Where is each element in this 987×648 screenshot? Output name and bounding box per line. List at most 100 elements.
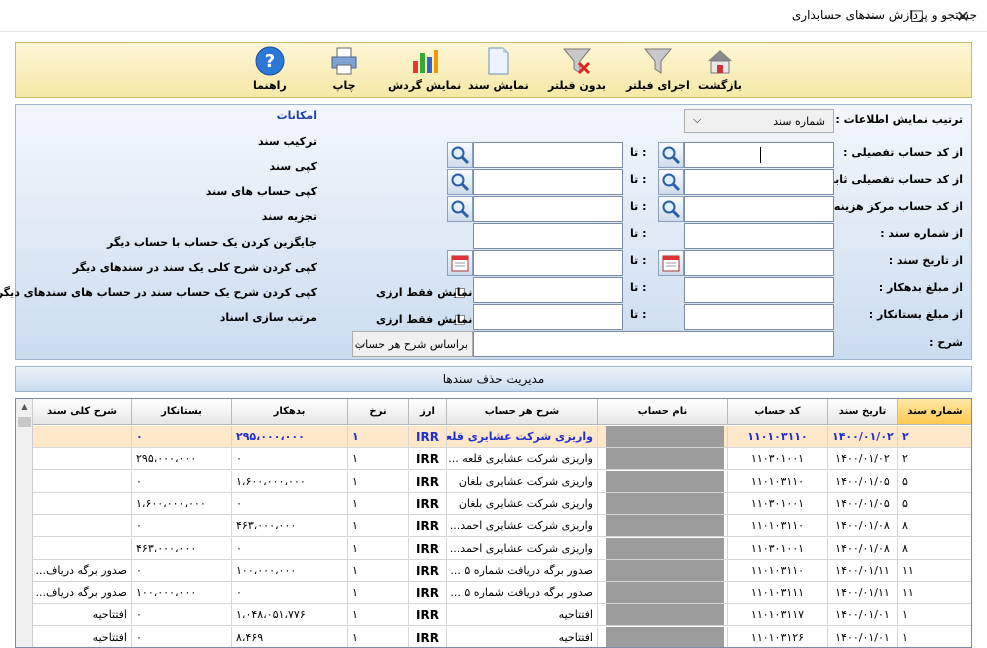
option-copy-voucher[interactable]: کپی سند	[269, 160, 317, 173]
cell-acc-name	[598, 515, 728, 538]
apply-filter-button[interactable]: اجرای فیلتر	[626, 45, 690, 97]
cell-general-desc	[33, 492, 132, 515]
to-label: تا :	[630, 173, 647, 186]
table-row[interactable]: ۰ ۴۶۳،۰۰۰،۰۰۰ ۱ IRR واریزی شرکت عشایری احمد.…	[33, 515, 971, 538]
from-doc-date-input[interactable]	[684, 250, 834, 276]
description-input[interactable]	[473, 331, 834, 357]
from-detail-label: از کد حساب تفصیلی :	[843, 146, 963, 159]
scroll-thumb[interactable]	[18, 417, 31, 427]
print-button[interactable]: چاپ	[328, 45, 360, 97]
table-row[interactable]: افتتاحیه ۰ ۸،۴۶۹ ۱ IRR افتتاحیه ۱۱۰۱۰۳۱۲۶ ۱۴۰۰/…	[33, 626, 971, 647]
table-row[interactable]: افتتاحیه ۰ ۱،۰۴۸،۰۵۱،۷۷۶ ۱ IRR افتتاحیه ۱۱۰۱۰۳…	[33, 604, 971, 627]
option-copy-account-desc[interactable]: کپی کردن شرح یک حساب سند در حساب های سند…	[0, 286, 317, 299]
option-split-voucher[interactable]: تجزیه سند	[262, 210, 317, 223]
table-row[interactable]: ۴۶۳،۰۰۰،۰۰۰ ۰ ۱ IRR واریزی شرکت عشایری احمد.…	[33, 537, 971, 560]
cell-general-desc	[33, 537, 132, 560]
cell-credit: ۱،۶۰۰،۰۰۰،۰۰۰	[132, 492, 232, 515]
from-debit-input[interactable]	[684, 277, 834, 303]
no-filter-button[interactable]: بدون فیلتر	[548, 45, 606, 97]
from-fixed-detail-label: از کد حساب تفصیلی ثابت :	[815, 173, 963, 186]
help-button[interactable]: ? راهنما	[253, 45, 287, 97]
to-label: تا :	[630, 227, 647, 240]
from-cost-center-search-button[interactable]	[658, 196, 684, 222]
option-replace-account[interactable]: جایگزین کردن یک حساب با حساب دیگر	[107, 236, 317, 249]
table-row[interactable]: ۰۲۹۵،۰۰۰،۰۰۰۱IRRواریزی شرکت عشایری قلعه …	[33, 426, 971, 448]
option-copy-voucher-accounts[interactable]: کپی حساب های سند	[206, 185, 317, 198]
search-icon	[662, 146, 681, 165]
table-row[interactable]: ۲۹۵،۰۰۰،۰۰۰ ۰ ۱ IRR واریزی شرکت عشایری قلعه …	[33, 448, 971, 471]
table-row[interactable]: ۱،۶۰۰،۰۰۰،۰۰۰ ۰ ۱ IRR واریزی شرکت عشایری بلغ…	[33, 492, 971, 515]
credit-currency-only-label: نمایش فقط ارزی	[376, 313, 473, 326]
calendar-icon	[662, 255, 680, 272]
cell-credit: ۰	[132, 604, 232, 627]
header-rate[interactable]: نرخ	[348, 399, 409, 425]
show-voucher-button[interactable]: نمایش سند	[468, 45, 529, 97]
from-credit-input[interactable]	[684, 304, 834, 330]
cell-doc-no: ۵	[898, 492, 971, 515]
header-credit[interactable]: بستانکار	[132, 399, 232, 425]
cell-acc-desc: واریزی شرکت عشایری احمد...	[447, 537, 598, 560]
from-cost-center-input[interactable]	[684, 196, 834, 222]
from-doc-no-input[interactable]	[684, 223, 834, 249]
header-acc-desc[interactable]: شرح هر حساب	[447, 399, 598, 425]
cell-currency: IRR	[409, 582, 447, 605]
show-turnover-button[interactable]: نمایش گردش	[388, 45, 461, 97]
to-credit-input[interactable]	[473, 304, 623, 330]
from-fixed-detail-input[interactable]	[684, 169, 834, 195]
header-currency[interactable]: ارز	[409, 399, 447, 425]
from-detail-search-button[interactable]	[658, 142, 684, 168]
calendar-icon	[451, 255, 469, 272]
sort-label: ترتیب نمایش اطلاعات :	[835, 113, 963, 126]
to-debit-input[interactable]	[473, 277, 623, 303]
header-acc-code[interactable]: کد حساب	[728, 399, 828, 425]
cell-acc-name	[598, 426, 728, 448]
search-icon	[451, 173, 470, 192]
cell-acc-code: ۱۱۰۳۰۱۰۰۱	[728, 537, 828, 560]
header-general-desc[interactable]: شرح کلی سند	[33, 399, 132, 425]
chart-icon	[412, 50, 438, 73]
header-doc-no[interactable]: شماره سند	[898, 399, 971, 425]
description-mode-select[interactable]: براساس شرح هر حساب ⌵	[352, 331, 473, 357]
to-detail-search-button[interactable]	[447, 142, 473, 168]
option-combine-voucher[interactable]: ترکیب سند	[258, 135, 317, 148]
cell-debit: ۴۶۳،۰۰۰،۰۰۰	[232, 515, 348, 538]
close-icon[interactable]: ✕	[940, 0, 986, 32]
header-acc-name[interactable]: نام حساب	[598, 399, 728, 425]
to-doc-no-input[interactable]	[473, 223, 623, 249]
to-cost-center-input[interactable]	[473, 196, 623, 222]
cell-doc-date: ۱۴۰۰/۰۱/۰۸	[828, 515, 898, 538]
to-date-picker-button[interactable]	[447, 250, 473, 276]
table-row[interactable]: صدور برگه دریاف... ۱۰۰،۰۰۰،۰۰۰ ۰ ۱ IRR صدور ب…	[33, 582, 971, 605]
cell-acc-name	[598, 559, 728, 582]
vertical-scrollbar[interactable]: ▲	[16, 399, 33, 647]
scroll-up-icon[interactable]: ▲	[16, 399, 33, 415]
cell-general-desc: افتتاحیه	[33, 604, 132, 627]
table-row[interactable]: ۰ ۱،۶۰۰،۰۰۰،۰۰۰ ۱ IRR واریزی شرکت عشایری بلغ…	[33, 470, 971, 493]
table-row[interactable]: صدور برگه دریاف... ۰ ۱۰۰،۰۰۰،۰۰۰ ۱ IRR صدور ب…	[33, 559, 971, 582]
from-fixed-detail-search-button[interactable]	[658, 169, 684, 195]
to-doc-date-input[interactable]	[473, 250, 623, 276]
redacted-block	[606, 426, 724, 447]
option-copy-general-desc[interactable]: کپی کردن شرح کلی یک سند در سندهای دیگر	[73, 261, 317, 274]
cell-acc-code: ۱۱۰۳۰۱۰۰۱	[728, 492, 828, 515]
to-fixed-detail-search-button[interactable]	[447, 169, 473, 195]
from-detail-input[interactable]	[684, 142, 834, 168]
from-date-picker-button[interactable]	[658, 250, 684, 276]
to-cost-center-search-button[interactable]	[447, 196, 473, 222]
to-detail-input[interactable]	[473, 142, 623, 168]
to-label: تا :	[630, 146, 647, 159]
manage-deletion-button[interactable]: مدیریت حذف سندها	[15, 366, 972, 392]
cell-acc-code: ۱۱۰۱۰۳۱۱۰	[728, 426, 828, 448]
maximize-icon[interactable]: ☐	[894, 0, 940, 32]
cell-currency: IRR	[409, 470, 447, 493]
back-button[interactable]: بازگشت	[698, 45, 742, 97]
cell-doc-date: ۱۴۰۰/۰۱/۰۸	[828, 537, 898, 560]
header-debit[interactable]: بدهکار	[232, 399, 348, 425]
minimize-icon[interactable]: —	[848, 0, 894, 32]
header-doc-date[interactable]: تاریخ سند	[828, 399, 898, 425]
cell-doc-date: ۱۴۰۰/۰۱/۰۲	[828, 426, 898, 448]
option-sort-vouchers[interactable]: مرتب سازی اسناد	[220, 311, 317, 324]
sort-select[interactable]: شماره سند ⌵	[684, 109, 834, 133]
to-fixed-detail-input[interactable]	[473, 169, 623, 195]
to-label: تا :	[630, 281, 647, 294]
